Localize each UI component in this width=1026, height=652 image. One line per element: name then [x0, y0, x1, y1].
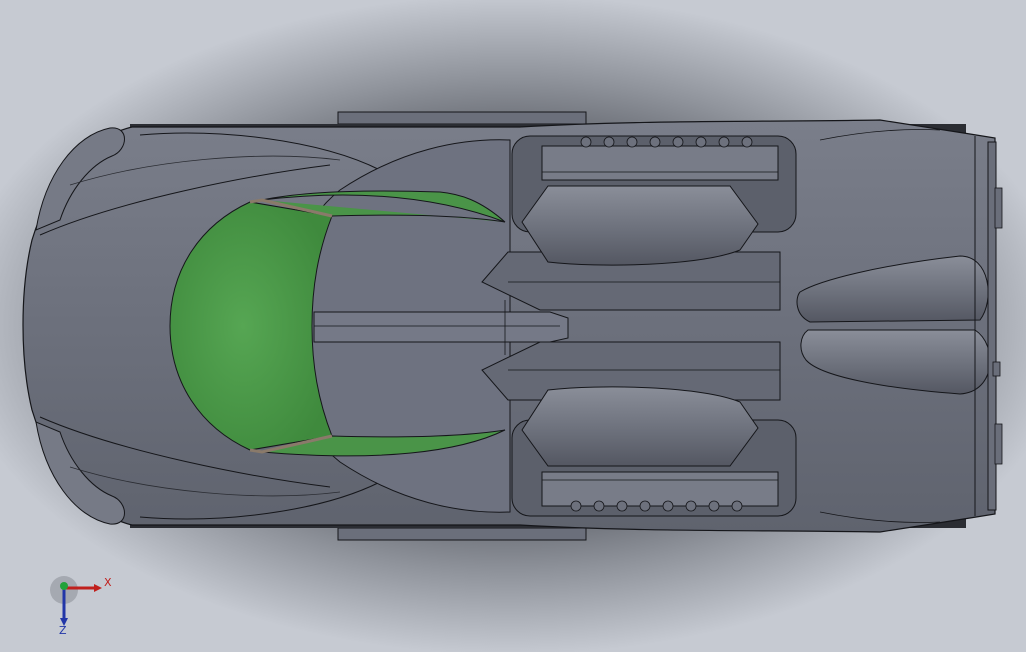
central-spine — [313, 311, 569, 343]
right-side-skirt-bottom — [337, 527, 587, 541]
intake-pod-bottom — [521, 386, 759, 467]
orientation-triad: X Z — [50, 576, 112, 636]
y-axis-dot — [60, 582, 68, 590]
left-side-skirt-top — [337, 111, 587, 125]
engine-rail-top — [541, 145, 779, 181]
intake-pod-top — [521, 185, 759, 266]
z-axis-label: Z — [59, 624, 67, 636]
car-model-top-view[interactable] — [0, 0, 1026, 652]
x-axis-arrow — [94, 584, 102, 592]
graphics-viewport[interactable]: X Z — [0, 0, 1026, 652]
x-axis-label: X — [104, 576, 112, 589]
